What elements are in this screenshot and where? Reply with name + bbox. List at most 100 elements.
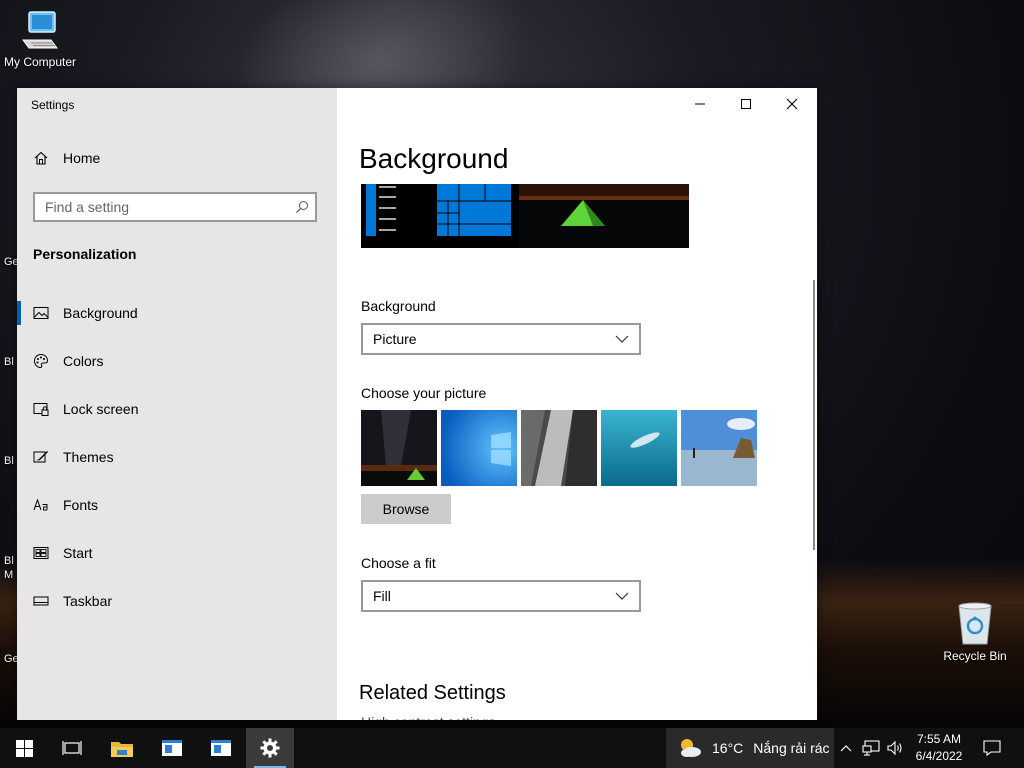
gear-icon: [260, 738, 280, 758]
background-type-value: Picture: [373, 331, 417, 347]
taskbar-icon: [33, 596, 49, 606]
sidebar-item-label: Start: [63, 545, 93, 561]
chevron-down-icon: [615, 592, 629, 600]
picture-thumbnail-night-tent[interactable]: [361, 410, 437, 486]
settings-taskbar-button[interactable]: [246, 728, 294, 768]
browse-button[interactable]: Browse: [361, 494, 451, 524]
picture-icon: [33, 307, 49, 319]
choose-fit-label: Choose a fit: [361, 555, 436, 571]
recycle-bin-icon: [958, 602, 992, 645]
my-computer-label: My Computer: [3, 55, 77, 69]
partly-cloudy-icon: [681, 739, 701, 757]
sidebar-item-colors[interactable]: Colors: [17, 337, 337, 385]
section-title: Personalization: [33, 246, 137, 262]
background-type-label: Background: [361, 298, 436, 314]
choose-picture-label: Choose your picture: [361, 385, 487, 401]
action-center-button[interactable]: [978, 728, 1006, 768]
search-icon[interactable]: [295, 200, 309, 214]
task-view-button[interactable]: [48, 728, 96, 768]
clock[interactable]: 7:55 AM 6/4/2022: [904, 731, 974, 765]
sidebar-item-fonts[interactable]: Fonts: [17, 481, 337, 529]
desktop-icon-fragment: Bl: [4, 555, 14, 567]
sidebar-item-label: Themes: [63, 449, 114, 465]
weather-widget[interactable]: 16°C Nắng rải rác: [666, 728, 834, 768]
fit-value: Fill: [373, 588, 391, 604]
computer-icon: [22, 11, 58, 49]
desktop-icon-fragment: M: [4, 569, 14, 581]
weather-description: Nắng rải rác: [753, 740, 830, 756]
page-title: Background: [359, 143, 509, 174]
themes-icon: [33, 451, 48, 463]
preview-image: [361, 184, 689, 248]
related-settings-title: Related Settings: [359, 682, 506, 704]
picture-thumbnail-cliff[interactable]: [521, 410, 597, 486]
fonts-icon: [33, 498, 48, 511]
window-app-icon: [211, 740, 231, 756]
volume-tray-button[interactable]: [884, 728, 906, 768]
recycle-bin-label: Recycle Bin: [943, 649, 1007, 663]
taskbar: 16°C Nắng rải rác 7:55 AM 6/4/2022: [0, 728, 1024, 768]
home-link[interactable]: Home: [33, 150, 100, 166]
sidebar-item-label: Background: [63, 305, 138, 321]
start-button[interactable]: [0, 728, 48, 768]
sidebar-item-label: Taskbar: [63, 593, 113, 609]
fit-dropdown[interactable]: Fill: [361, 580, 641, 612]
window-title: Settings: [31, 98, 75, 112]
minimize-button[interactable]: [677, 88, 723, 120]
picture-thumbnail-beach[interactable]: [681, 410, 757, 486]
sidebar-item-background[interactable]: Background: [17, 289, 337, 337]
home-icon: [34, 151, 48, 165]
notification-icon: [983, 740, 1001, 756]
file-explorer-button[interactable]: [98, 728, 146, 768]
desktop: My Computer Ge Bl Bl Bl M Ge Recycle Bin…: [0, 0, 1024, 728]
lock-screen-icon: [33, 403, 49, 416]
home-label: Home: [63, 150, 101, 166]
taskbar-app-button[interactable]: [197, 728, 245, 768]
desktop-icon-fragment: Bl: [4, 455, 14, 467]
settings-window: Settings Home Personalization: [17, 88, 817, 720]
maximize-icon: [741, 99, 751, 109]
nav-list: Background Colors Lock screen Themes Fon…: [17, 289, 337, 625]
picture-thumbnail-underwater[interactable]: [601, 410, 677, 486]
clock-time: 7:55 AM: [916, 732, 962, 746]
sidebar-item-themes[interactable]: Themes: [17, 433, 337, 481]
weather-temperature: 16°C: [712, 740, 744, 756]
search-box[interactable]: [33, 192, 317, 222]
sidebar-item-label: Lock screen: [63, 401, 139, 417]
desktop-icon-fragment: Bl: [4, 356, 14, 368]
chevron-down-icon: [615, 335, 629, 343]
picture-thumbnail-windows-light[interactable]: [441, 410, 517, 486]
sidebar-item-label: Colors: [63, 353, 104, 369]
window-app-icon: [162, 740, 182, 756]
content-scrollbar[interactable]: [813, 280, 815, 550]
network-icon: [862, 740, 880, 756]
recycle-bin-shortcut[interactable]: Recycle Bin: [935, 600, 1015, 663]
palette-icon: [33, 353, 49, 369]
chevron-up-icon: [840, 745, 852, 752]
maximize-button[interactable]: [723, 88, 769, 120]
sidebar-item-label: Fonts: [63, 497, 99, 513]
sidebar-item-start[interactable]: Start: [17, 529, 337, 577]
search-input[interactable]: [35, 194, 295, 220]
minimize-icon: [695, 103, 705, 105]
task-view-icon: [62, 741, 82, 755]
background-preview: [361, 184, 689, 248]
close-button[interactable]: [769, 88, 815, 120]
settings-content: Background Background Picture Choose you…: [337, 88, 817, 720]
volume-icon: [887, 740, 902, 756]
folder-icon: [111, 742, 133, 757]
settings-sidebar: Settings Home Personalization: [17, 88, 337, 720]
related-settings-link[interactable]: High contrast settings: [361, 714, 496, 720]
clock-date: 6/4/2022: [915, 749, 963, 763]
windows-logo-icon: [15, 739, 33, 757]
network-tray-button[interactable]: [860, 728, 882, 768]
start-icon: [33, 547, 49, 559]
picture-thumbnails: [361, 410, 757, 486]
background-type-dropdown[interactable]: Picture: [361, 323, 641, 355]
sidebar-item-lock-screen[interactable]: Lock screen: [17, 385, 337, 433]
taskbar-app-button[interactable]: [148, 728, 196, 768]
my-computer-shortcut[interactable]: My Computer: [0, 8, 80, 69]
close-icon: [786, 98, 798, 110]
show-hidden-icons-button[interactable]: [836, 728, 856, 768]
sidebar-item-taskbar[interactable]: Taskbar: [17, 577, 337, 625]
